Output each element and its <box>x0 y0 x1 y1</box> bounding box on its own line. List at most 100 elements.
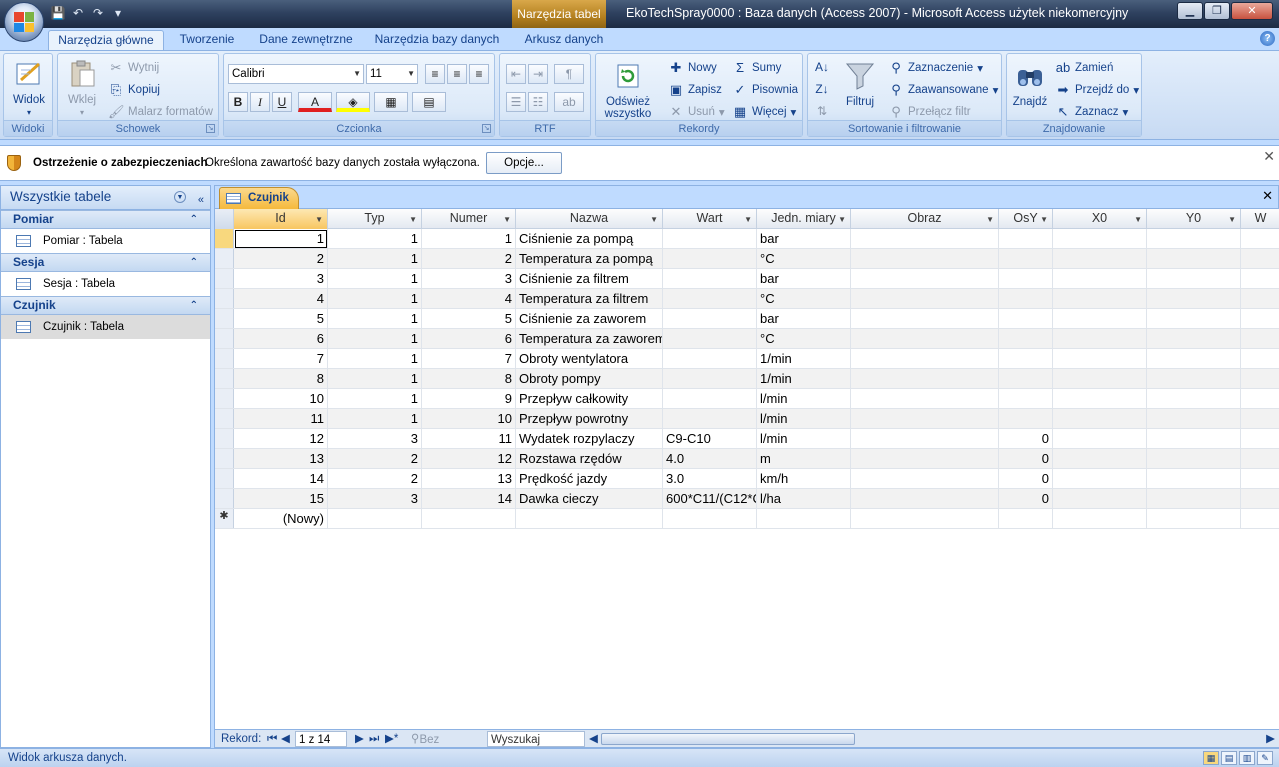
column-header[interactable]: Y0 ▼ <box>1147 209 1241 229</box>
table-cell[interactable] <box>1241 469 1279 489</box>
italic-button[interactable]: I <box>250 92 270 112</box>
table-cell[interactable] <box>999 329 1053 349</box>
table-cell[interactable] <box>1053 309 1147 329</box>
table-cell[interactable]: 2 <box>328 469 422 489</box>
table-cell[interactable]: 1 <box>328 249 422 269</box>
table-row[interactable]: 11 1 10 Przepływ powrotny l/min <box>215 409 1279 429</box>
close-icon[interactable]: ✕ <box>1263 148 1275 165</box>
filter-arrow-icon[interactable]: ▼ <box>409 210 417 229</box>
column-header[interactable]: X0 ▼ <box>1053 209 1147 229</box>
nav-header[interactable]: Wszystkie tabele ▼ « <box>1 186 210 210</box>
row-selector[interactable] <box>215 269 234 288</box>
filter-arrow-icon[interactable]: ▼ <box>315 210 323 229</box>
table-cell[interactable] <box>516 509 663 529</box>
table-cell[interactable]: 0 <box>999 429 1053 449</box>
table-cell[interactable]: 2 <box>234 249 328 269</box>
table-cell[interactable]: 2 <box>422 249 516 269</box>
table-cell[interactable]: Rozstawa rzędów <box>516 449 663 469</box>
tab-external-data[interactable]: Dane zewnętrzne <box>250 30 362 50</box>
table-cell[interactable]: 15 <box>234 489 328 509</box>
table-cell[interactable]: 8 <box>422 369 516 389</box>
row-selector[interactable] <box>215 349 234 368</box>
align-center-button[interactable]: ≡ <box>447 64 467 84</box>
table-cell[interactable]: 6 <box>234 329 328 349</box>
table-cell[interactable] <box>1147 469 1241 489</box>
column-header[interactable]: OsY ▼ <box>999 209 1053 229</box>
column-header[interactable]: Obraz ▼ <box>851 209 999 229</box>
table-cell[interactable] <box>1147 229 1241 249</box>
table-cell[interactable]: 3 <box>328 489 422 509</box>
underline-button[interactable]: U <box>272 92 292 112</box>
table-cell[interactable] <box>1053 409 1147 429</box>
table-cell[interactable] <box>999 409 1053 429</box>
table-cell[interactable] <box>1241 369 1279 389</box>
advanced-button[interactable]: ⚲ Zaawansowane ▾ <box>888 82 998 98</box>
undo-icon[interactable]: ↶ <box>70 5 86 21</box>
table-cell[interactable]: (Nowy) <box>234 509 328 529</box>
table-cell[interactable]: Ciśnienie za pompą <box>516 229 663 249</box>
new-record-button[interactable]: ✚ Nowy <box>668 60 717 76</box>
table-cell[interactable] <box>663 249 757 269</box>
paste-button[interactable]: Wklej ▾ <box>62 58 102 118</box>
table-cell[interactable]: 1 <box>328 269 422 289</box>
table-cell[interactable]: 12 <box>422 449 516 469</box>
table-cell[interactable]: Dawka cieczy <box>516 489 663 509</box>
goto-button[interactable]: ➡ Przejdź do ▾ <box>1055 82 1140 98</box>
increase-indent-button[interactable]: ⇥ <box>528 64 548 84</box>
table-cell[interactable]: 0 <box>999 469 1053 489</box>
table-cell[interactable] <box>1053 269 1147 289</box>
table-cell[interactable]: Wydatek rozpylaczy <box>516 429 663 449</box>
table-cell[interactable]: 3 <box>422 269 516 289</box>
find-button[interactable]: Znajdź <box>1009 60 1051 108</box>
table-cell[interactable]: 1/min <box>757 349 851 369</box>
horizontal-scrollbar-thumb[interactable] <box>601 733 855 745</box>
table-cell[interactable] <box>663 389 757 409</box>
table-cell[interactable] <box>851 349 999 369</box>
table-cell[interactable]: 1 <box>328 369 422 389</box>
table-row[interactable]: 7 1 7 Obroty wentylatora 1/min <box>215 349 1279 369</box>
table-cell[interactable] <box>851 249 999 269</box>
filter-arrow-icon[interactable]: ▼ <box>986 210 994 229</box>
toggle-filter-button[interactable]: ⚲ Przełącz filtr <box>888 104 970 120</box>
filter-arrow-icon[interactable]: ▼ <box>503 210 511 229</box>
table-row[interactable]: 1 1 1 Ciśnienie za pompą bar <box>215 229 1279 249</box>
row-selector[interactable] <box>215 249 234 268</box>
select-button[interactable]: ↖ Zaznacz ▾ <box>1055 104 1129 120</box>
table-cell[interactable] <box>851 409 999 429</box>
save-record-button[interactable]: ▣ Zapisz <box>668 82 722 98</box>
table-cell[interactable]: Prędkość jazdy <box>516 469 663 489</box>
totals-button[interactable]: Σ Sumy <box>732 60 781 76</box>
table-cell[interactable]: 3 <box>234 269 328 289</box>
table-cell[interactable]: bar <box>757 269 851 289</box>
last-record-icon[interactable]: ⏭ <box>369 731 379 747</box>
table-cell[interactable]: 13 <box>422 469 516 489</box>
align-left-button[interactable]: ≡ <box>425 64 445 84</box>
table-cell[interactable]: 1 <box>234 229 328 249</box>
table-cell[interactable] <box>663 409 757 429</box>
column-header[interactable]: Nazwa ▼ <box>516 209 663 229</box>
table-cell[interactable]: 13 <box>234 449 328 469</box>
table-cell[interactable] <box>1147 289 1241 309</box>
table-cell[interactable]: 6 <box>422 329 516 349</box>
table-row[interactable]: 5 1 5 Ciśnienie za zaworem bar <box>215 309 1279 329</box>
align-right-button[interactable]: ≡ <box>469 64 489 84</box>
table-cell[interactable] <box>1053 229 1147 249</box>
selection-button[interactable]: ⚲ Zaznaczenie ▾ <box>888 60 983 76</box>
font-size-select[interactable]: 11 ▼ <box>366 64 418 84</box>
table-cell[interactable] <box>1241 249 1279 269</box>
table-cell[interactable] <box>999 249 1053 269</box>
chevron-down-icon[interactable]: ▼ <box>174 191 186 203</box>
table-cell[interactable]: C9-C10 <box>663 429 757 449</box>
table-cell[interactable]: m <box>757 449 851 469</box>
refresh-all-button[interactable]: Odśwież wszystko <box>598 60 658 120</box>
replace-button[interactable]: ab Zamień <box>1055 60 1114 76</box>
table-cell[interactable]: 600*C11/(C12*C13) <box>663 489 757 509</box>
table-cell[interactable] <box>851 509 999 529</box>
table-cell[interactable]: l/min <box>757 389 851 409</box>
filter-arrow-icon[interactable]: ▼ <box>744 210 752 229</box>
table-cell[interactable] <box>422 509 516 529</box>
table-cell[interactable]: l/ha <box>757 489 851 509</box>
row-selector[interactable] <box>215 409 234 428</box>
prev-record-icon[interactable]: ◀ <box>281 731 290 747</box>
table-cell[interactable] <box>851 329 999 349</box>
